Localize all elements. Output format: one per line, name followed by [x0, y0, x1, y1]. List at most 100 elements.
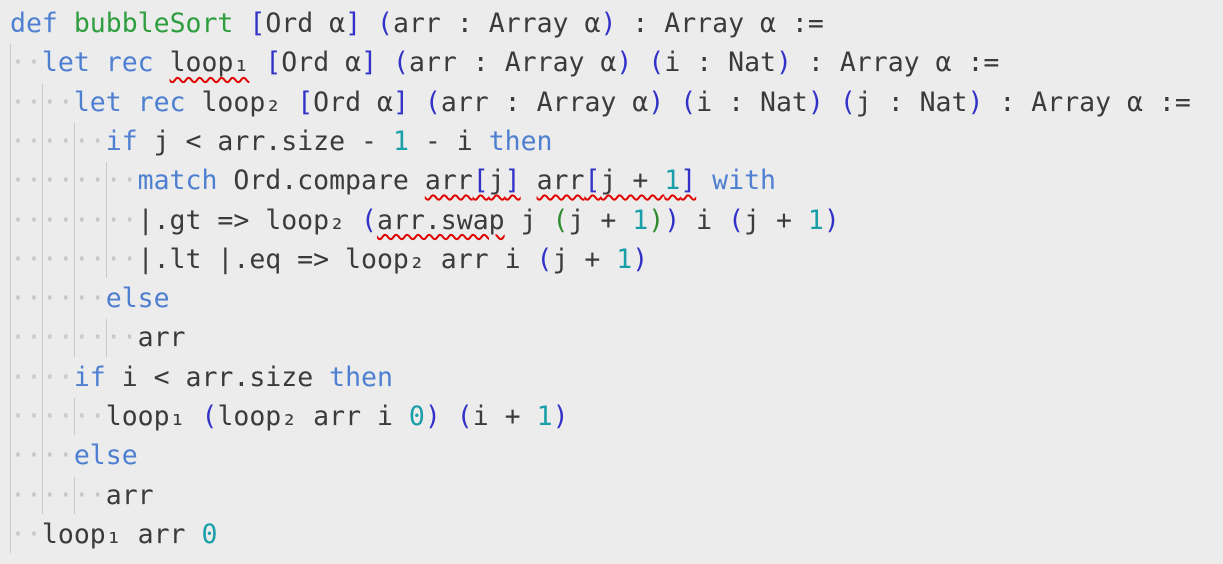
code-token: ( — [393, 47, 409, 79]
code-token: j : Nat — [855, 86, 968, 118]
error-token: [ — [584, 165, 601, 197]
code-token: if — [73, 361, 106, 393]
code-token: then — [329, 361, 393, 393]
code-token: i : Nat — [664, 47, 776, 79]
code-token: arr — [137, 322, 186, 354]
code-token: ) — [648, 204, 665, 236]
code-token: loop₂ arr i — [217, 401, 409, 432]
code-token: i < arr.size — [105, 361, 330, 393]
code-line[interactable]: def bubbleSort [Ord α] (arr : Array α) :… — [10, 4, 824, 44]
code-token: 1 — [807, 204, 824, 236]
code-token: 1 — [616, 243, 633, 275]
code-token: ) — [664, 204, 681, 236]
indent-guide — [106, 319, 107, 357]
indent-guide — [74, 398, 75, 436]
code-token: 0 — [201, 518, 218, 550]
code-token: Ord α — [313, 86, 393, 118]
error-token: j + — [600, 165, 665, 197]
code-line[interactable]: ····let rec loop₂ [Ord α] (arr : Array α… — [10, 83, 1191, 123]
code-token: loop₁ arr — [41, 518, 202, 550]
error-token: ] — [680, 165, 697, 197]
code-token: else — [105, 283, 170, 315]
code-token: ( — [552, 204, 569, 236]
code-token: - i — [408, 125, 489, 157]
code-token: j + — [552, 243, 617, 275]
code-token: then — [488, 125, 553, 157]
code-token: ) — [776, 47, 792, 79]
code-editor[interactable]: def bubbleSort [Ord α] (arr : Array α) :… — [0, 0, 1223, 564]
code-line[interactable]: ········|.gt => loop₂ (arr.swap j (j + 1… — [10, 201, 840, 241]
code-token: let rec — [73, 86, 186, 118]
code-token: [ — [297, 86, 314, 118]
code-token: ) — [648, 86, 665, 118]
code-token: ) — [424, 401, 441, 432]
code-token: ( — [424, 86, 441, 118]
code-token: Ord α — [265, 8, 346, 39]
code-line[interactable]: ··let rec loop₁ [Ord α] (arr : Array α) … — [10, 43, 999, 83]
code-token: [ — [249, 8, 266, 39]
whitespace-marker: ······ — [10, 401, 106, 432]
indent-guide — [74, 122, 75, 357]
code-token: arr : Array α — [440, 86, 649, 118]
code-token: ) — [967, 86, 984, 118]
code-line[interactable]: ······else — [10, 279, 170, 319]
whitespace-marker: ······ — [10, 479, 106, 511]
code-line[interactable]: ······arr — [10, 476, 154, 516]
code-token: arr : Array α — [393, 8, 601, 39]
code-token: 0 — [408, 401, 425, 432]
code-token: arr : Array α — [408, 47, 617, 79]
indent-guide — [106, 162, 107, 279]
code-line[interactable]: ········arr — [10, 318, 186, 358]
error-token: arr — [536, 165, 585, 197]
code-line[interactable]: ··loop₁ arr 0 — [10, 515, 217, 555]
code-token: |.gt => loop₂ — [137, 204, 362, 236]
code-token: ] — [361, 47, 378, 79]
code-line[interactable]: ······loop₁ (loop₂ arr i 0) (i + 1) — [10, 397, 569, 437]
code-token: ( — [201, 401, 218, 432]
code-token: 1 — [632, 204, 649, 236]
code-token: ) — [807, 86, 824, 118]
code-token: ( — [728, 204, 745, 236]
code-token: ( — [361, 204, 377, 236]
code-token: def — [10, 8, 58, 39]
code-line[interactable]: ········match Ord.compare arr[j] arr[j +… — [10, 161, 776, 201]
code-token: ( — [536, 243, 553, 275]
code-token: ) — [632, 243, 649, 275]
code-token: i : Nat — [696, 86, 808, 118]
whitespace-marker: ·· — [10, 518, 42, 550]
code-line[interactable]: ····if i < arr.size then — [10, 358, 393, 398]
code-token: bubbleSort — [73, 8, 234, 39]
code-token: ) — [616, 47, 633, 79]
error-token: j — [488, 165, 505, 197]
code-token: : Array α := — [616, 8, 824, 39]
error-token: ] — [504, 165, 521, 197]
code-token: : Array α := — [791, 47, 1000, 79]
code-token: with — [712, 165, 776, 197]
code-line[interactable]: ······if j < arr.size - 1 - i then — [10, 122, 553, 162]
code-token: : Array α := — [983, 86, 1191, 118]
code-token: 1 — [536, 401, 553, 432]
code-token: loop₁ — [105, 401, 202, 432]
code-token: match — [137, 165, 218, 197]
code-token: j + — [568, 204, 633, 236]
code-token: j — [504, 204, 553, 236]
code-token: ) — [823, 204, 840, 236]
indent-guide — [74, 476, 75, 514]
code-token: if — [105, 125, 138, 157]
code-token: ] — [345, 8, 362, 39]
code-token: ( — [839, 86, 856, 118]
code-token: Ord.compare — [217, 165, 425, 197]
code-token: ( — [456, 401, 473, 432]
code-token: ] — [392, 86, 409, 118]
code-line[interactable]: ····else — [10, 436, 138, 476]
